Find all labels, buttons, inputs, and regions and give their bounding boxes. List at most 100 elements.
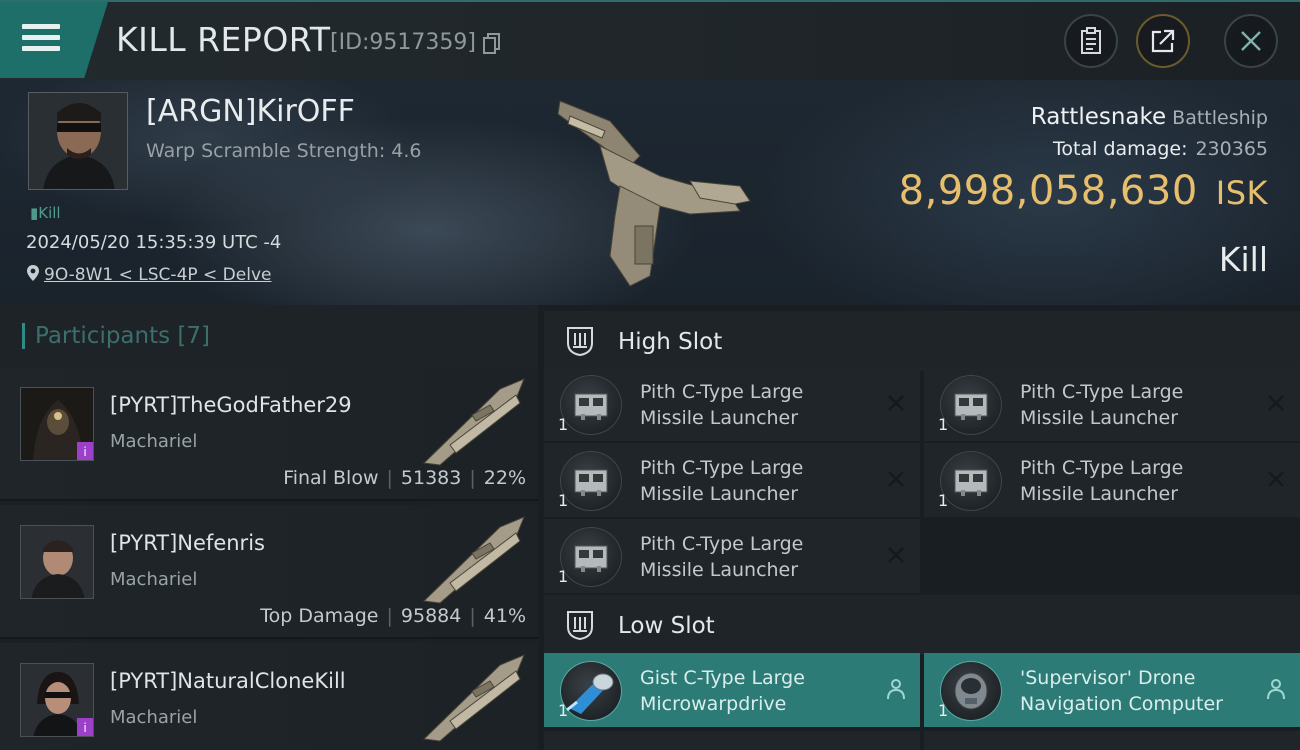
share-icon (1151, 29, 1175, 53)
isk-unit: ISK (1215, 174, 1268, 212)
share-button[interactable] (1136, 14, 1190, 68)
low-slot-header: Low Slot (544, 595, 1300, 655)
module-quantity: 1 (558, 701, 569, 720)
low-slot-title: Low Slot (618, 613, 715, 639)
drone-navigation-computer-icon (940, 661, 1002, 721)
module-item[interactable]: 1 Gist C-Type Large Microwarpdrive (544, 653, 920, 727)
dropped-person-icon (887, 679, 905, 700)
destroyed-x-icon (888, 395, 904, 411)
kill-tag-label: Kill (38, 204, 61, 222)
victim-ship-image (557, 100, 751, 287)
participant-row[interactable]: i [PYRT]TheGodFather29 Machariel Final B… (0, 367, 538, 501)
participant-damage: 51383 (400, 467, 462, 489)
missile-launcher-icon (940, 451, 1002, 511)
module-name: Pith C-Type Large Missile Launcher (1020, 457, 1184, 505)
high-slot-title: High Slot (618, 329, 723, 355)
module-name: Pith C-Type Large Missile Launcher (640, 533, 804, 581)
participant-stats: Top Damage | 95884 | 41% (260, 605, 526, 627)
participant-percent: 22% (483, 467, 526, 489)
module-quantity: 1 (558, 567, 569, 586)
missile-launcher-icon (940, 375, 1002, 435)
warp-scramble-strength: Warp Scramble Strength: 4.6 (146, 140, 422, 162)
participant-ship: Machariel (110, 707, 198, 728)
participant-ship-image (422, 654, 525, 742)
victim-summary: [ARGN]⁣KirOFF⁣ Warp Scramble Strength: 4… (0, 80, 1300, 305)
destroyed-x-icon (1268, 471, 1284, 487)
destroyed-x-icon (888, 471, 904, 487)
report-id: [ID:9517359] (330, 30, 476, 55)
participant-stats: Final Blow | 51383 | 22% (283, 467, 526, 489)
missile-launcher-icon (560, 451, 622, 511)
participant-row[interactable]: i [PYRT]NaturalCloneKill Machariel (0, 643, 538, 750)
ship-class: Battleship (1172, 107, 1268, 129)
participant-ship-image (422, 378, 525, 466)
participant-role: Top Damage (260, 605, 379, 627)
participants-header: Participants [7] (0, 305, 538, 367)
module-item[interactable]: 1 Pith C-Type Large Missile Launcher (544, 519, 920, 593)
participant-ship: Machariel (110, 569, 198, 590)
participants-title: Participants [7] (22, 323, 210, 349)
fitting-panel: High Slot 1 Pith C-Type Large Missile Lau… (538, 305, 1300, 750)
total-damage-value: 230365 (1195, 138, 1268, 160)
low-slot-icon (567, 611, 593, 641)
module-name: Pith C-Type Large Missile Launcher (640, 457, 804, 505)
module-item[interactable]: 1 Pith C-Type Large Missile Launcher (544, 367, 920, 441)
victim-portrait[interactable] (28, 92, 128, 190)
header-bar: KILL REPORT [ID:9517359] (0, 0, 1300, 80)
svg-text:i: i (83, 445, 86, 459)
participant-name: [PYRT]NaturalCloneKill (110, 669, 346, 693)
isk-value: 8,998,058,630 ISK (899, 168, 1268, 214)
location-pin-icon (27, 265, 39, 281)
participants-count: [7] (177, 323, 211, 349)
isk-amount: 8,998,058,630 (898, 168, 1198, 214)
module-name: 'Supervisor' Drone Navigation Computer (1020, 667, 1223, 715)
close-button[interactable] (1224, 14, 1278, 68)
microwarpdrive-icon (560, 661, 622, 721)
module-item[interactable]: 1 'Supervisor' Drone Navigation Computer (924, 653, 1300, 727)
hamburger-menu-icon[interactable] (22, 24, 60, 54)
total-damage-label: Total damage: (1053, 138, 1188, 160)
kill-tag: ▮Kill (30, 204, 61, 222)
module-item-partial[interactable] (924, 731, 1300, 750)
participant-row[interactable]: [PYRT]Nefenris Machariel Top Damage | 9588… (0, 505, 538, 639)
ship-name: Rattlesnake (1030, 104, 1167, 130)
high-slot-header: High Slot (544, 311, 1300, 371)
module-quantity: 1 (558, 415, 569, 434)
victim-ship: Rattlesnake Battleship (1031, 104, 1268, 130)
location-text: 9O-8W1 < LSC-4P < Delve (44, 265, 272, 285)
total-damage: Total damage: 230365 (1053, 138, 1268, 160)
clipboard-icon (1081, 27, 1101, 54)
module-item[interactable]: 1 Pith C-Type Large Missile Launcher (924, 443, 1300, 517)
participant-portrait (20, 525, 94, 599)
participant-percent: 41% (483, 605, 526, 627)
clipboard-button[interactable] (1064, 14, 1118, 68)
copy-icon[interactable] (482, 32, 502, 54)
participant-name: [PYRT]TheGodFather29 (110, 393, 352, 417)
participant-damage: 95884 (400, 605, 462, 627)
participant-portrait: i (20, 387, 94, 461)
location-link[interactable]: 9O-8W1 < LSC-4P < Delve (26, 264, 271, 285)
kill-datetime: 2024/05/20 15:35:39 UTC -4 (26, 232, 282, 253)
module-item[interactable]: 1 Pith C-Type Large Missile Launcher (544, 443, 920, 517)
module-item-partial[interactable] (544, 731, 920, 750)
victim-name: [ARGN]⁣KirOFF⁣ (146, 94, 355, 129)
destroyed-x-icon (888, 547, 904, 563)
result-label: Kill (1218, 240, 1268, 279)
module-name: Pith C-Type Large Missile Launcher (1020, 381, 1184, 429)
high-slot-icon (567, 327, 593, 357)
svg-text:i: i (83, 721, 86, 735)
destroyed-x-icon (1268, 395, 1284, 411)
participant-ship: Machariel (110, 431, 198, 452)
participants-panel: Participants [7] i [PYRT]TheGodFather29 … (0, 305, 538, 750)
module-item[interactable]: 1 Pith C-Type Large Missile Launcher (924, 367, 1300, 441)
page-title: KILL REPORT (116, 20, 331, 59)
module-name: Gist C-Type Large Microwarpdrive (640, 667, 805, 715)
module-quantity: 1 (938, 701, 949, 720)
participant-ship-image (422, 516, 525, 604)
participants-label: Participants (35, 323, 171, 349)
participant-name: [PYRT]Nefenris (110, 531, 265, 555)
module-quantity: 1 (938, 415, 949, 434)
module-quantity: 1 (558, 491, 569, 510)
participant-portrait: i (20, 663, 94, 737)
close-icon (1241, 31, 1261, 51)
